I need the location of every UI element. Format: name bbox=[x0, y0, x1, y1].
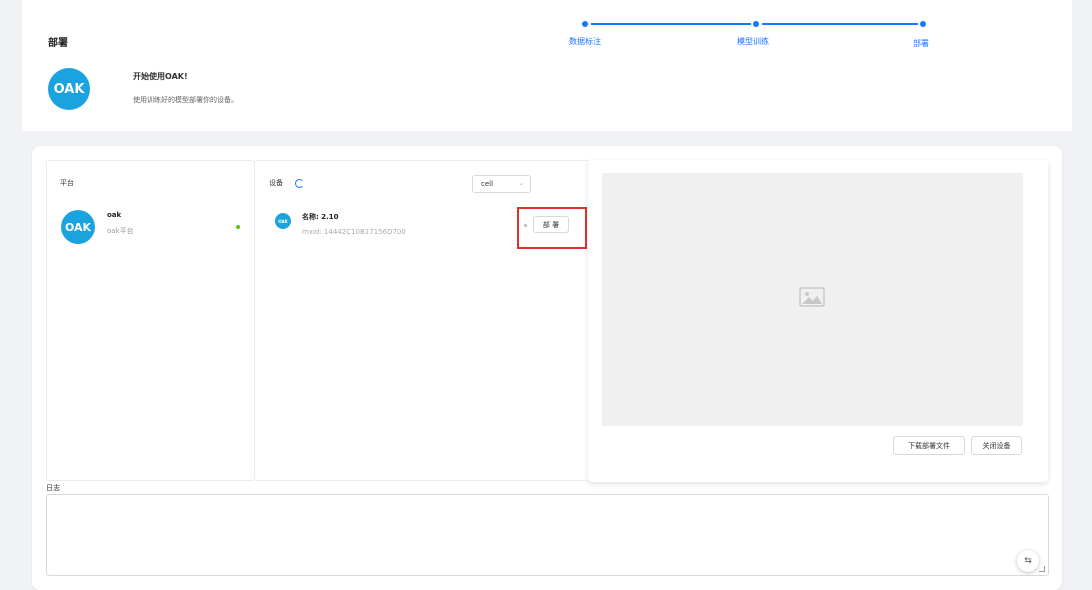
deploy-button[interactable]: 部 署 bbox=[533, 216, 569, 233]
platform-logo[interactable]: OAK bbox=[61, 210, 95, 244]
device-name: 名称: 2.10 bbox=[302, 213, 339, 221]
platform-title: 平台 bbox=[60, 179, 74, 187]
step-label-annotate[interactable]: 数据标注 bbox=[569, 36, 601, 47]
download-deploy-file-button[interactable]: 下载部署文件 bbox=[893, 436, 965, 455]
main-card: 平台 OAK oak oak平台 设备 cell ⌄ OAK 名称: 2.10 … bbox=[32, 146, 1062, 590]
log-textarea[interactable] bbox=[46, 494, 1049, 576]
loading-icon[interactable] bbox=[295, 179, 304, 188]
oak-logo: OAK bbox=[48, 68, 90, 110]
page-header: 部署 OAK 开始使用OAK! 使用训练好的模型部署你的设备。 数据标注 模型训… bbox=[22, 0, 1072, 131]
step-label-train[interactable]: 模型训练 bbox=[737, 36, 769, 47]
progress-steps: 数据标注 模型训练 部署 bbox=[22, 0, 1072, 60]
step-connector bbox=[762, 23, 918, 25]
image-placeholder-icon bbox=[799, 287, 825, 307]
intro-description: 使用训练好的模型部署你的设备。 bbox=[133, 96, 238, 104]
platform-name[interactable]: oak bbox=[107, 211, 121, 219]
device-panel: 设备 cell ⌄ OAK 名称: 2.10 mxid: 14442C10B17… bbox=[254, 160, 590, 481]
step-connector bbox=[591, 23, 751, 25]
step-dot-annotate bbox=[582, 21, 588, 27]
platform-subtitle: oak平台 bbox=[107, 227, 134, 235]
resize-handle[interactable] bbox=[1039, 566, 1045, 572]
step-label-deploy[interactable]: 部署 bbox=[913, 38, 929, 49]
close-device-button[interactable]: 关闭设备 bbox=[971, 436, 1022, 455]
platform-panel: 平台 OAK oak oak平台 bbox=[46, 160, 255, 481]
device-title: 设备 bbox=[269, 179, 283, 187]
device-status-dot bbox=[524, 224, 527, 227]
step-dot-train bbox=[753, 21, 759, 27]
platform-status-dot bbox=[236, 225, 240, 229]
intro-title: 开始使用OAK! bbox=[133, 72, 188, 81]
model-select-value: cell bbox=[481, 180, 494, 188]
log-label: 日志 bbox=[46, 484, 60, 492]
preview-area bbox=[602, 173, 1023, 426]
device-mxid: mxid: 14442C10B17156D700 bbox=[302, 228, 406, 236]
device-logo: OAK bbox=[275, 213, 291, 229]
model-select[interactable]: cell ⌄ bbox=[472, 175, 531, 193]
preview-panel: 下载部署文件 关闭设备 bbox=[588, 160, 1048, 482]
chevron-down-icon: ⌄ bbox=[518, 179, 524, 187]
step-dot-deploy bbox=[920, 21, 926, 27]
swap-icon[interactable]: ⇆ bbox=[1017, 550, 1039, 572]
